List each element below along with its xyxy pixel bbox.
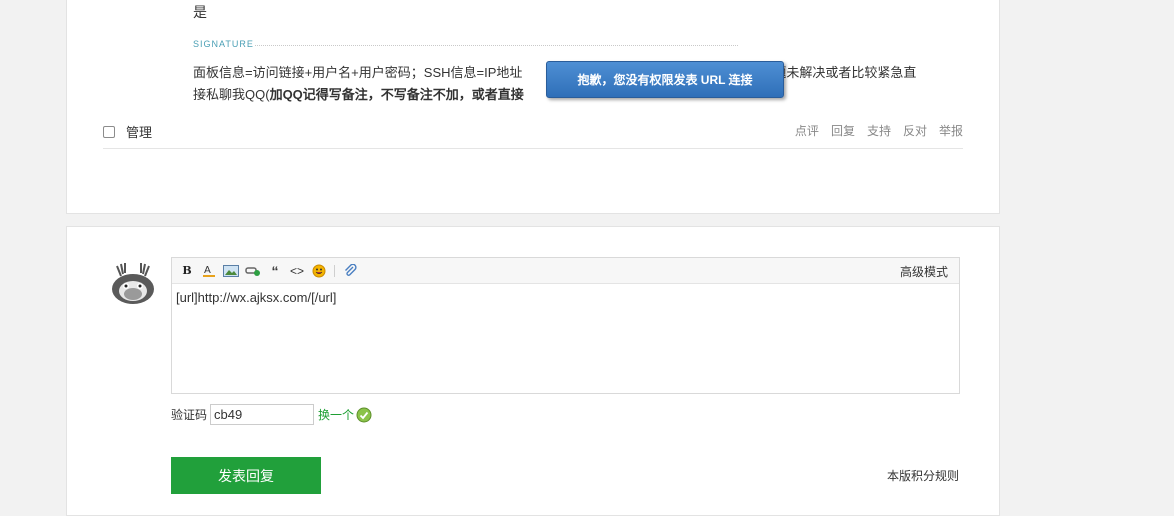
permission-error-tooltip: 抱歉，您没有权限发表 URL 连接 bbox=[546, 61, 784, 98]
post-actions: 点评 回复 支持 反对 举报 bbox=[795, 122, 963, 139]
reply-link[interactable]: 回复 bbox=[831, 122, 855, 139]
comment-link[interactable]: 点评 bbox=[795, 122, 819, 139]
captcha-refresh-link[interactable]: 换一个 bbox=[318, 406, 354, 423]
signature-line-1-start: 面板信息=访问链接+用户名+用户密码；SSH信息=IP地址 bbox=[193, 65, 523, 80]
font-color-icon[interactable]: A bbox=[198, 260, 220, 282]
emoji-icon[interactable] bbox=[308, 260, 330, 282]
captcha-label: 验证码 bbox=[171, 408, 208, 422]
avatar bbox=[112, 263, 154, 304]
manage-checkbox[interactable] bbox=[103, 125, 115, 138]
oppose-link[interactable]: 反对 bbox=[903, 122, 927, 139]
editor-toolbar: B A “ <> 高级模式 bbox=[172, 258, 959, 284]
signature-label: SIGNATURE bbox=[193, 39, 254, 49]
signature-divider bbox=[255, 45, 738, 46]
toolbar-separator bbox=[334, 264, 335, 277]
link-icon[interactable] bbox=[242, 260, 264, 282]
captcha-input[interactable]: cb49 bbox=[210, 404, 315, 425]
report-link[interactable]: 举报 bbox=[939, 122, 963, 139]
reply-textarea[interactable]: [url]http://wx.ajksx.com/[/url] bbox=[172, 284, 959, 311]
captcha-row: 验证码 cb49 换一个 bbox=[171, 404, 372, 425]
signature-line-2-prefix: 接私聊我QQ( bbox=[193, 87, 270, 102]
tooltip-text: 抱歉，您没有权限发表 URL 连接 bbox=[577, 73, 753, 87]
svg-text:A: A bbox=[204, 265, 211, 276]
check-icon bbox=[356, 407, 372, 422]
manage-label: 管理 bbox=[126, 125, 153, 140]
signature-header: SIGNATURE bbox=[193, 39, 738, 51]
support-link[interactable]: 支持 bbox=[867, 122, 891, 139]
quote-icon[interactable]: “ bbox=[264, 260, 286, 282]
post-panel: 是 SIGNATURE 面板信息=访问链接+用户名+用户密码；SSH信息=IP地… bbox=[66, 0, 1000, 214]
reply-editor: B A “ <> 高级模式 [url]http://wx.ajksx.com/[… bbox=[171, 257, 960, 394]
advanced-mode-link[interactable]: 高级模式 bbox=[900, 263, 948, 280]
manage-row: 管理 bbox=[103, 122, 152, 141]
image-icon[interactable] bbox=[220, 260, 242, 282]
reply-panel: B A “ <> 高级模式 [url]http://wx.ajksx.com/[… bbox=[66, 226, 1000, 516]
bold-icon[interactable]: B bbox=[176, 260, 198, 282]
submit-reply-button[interactable]: 发表回复 bbox=[171, 457, 321, 494]
post-divider bbox=[103, 148, 963, 149]
attachment-icon[interactable] bbox=[339, 260, 361, 282]
points-rules-link[interactable]: 本版积分规则 bbox=[887, 467, 959, 484]
post-answer-text: 是 bbox=[193, 4, 207, 20]
signature-line-2-bold: 加QQ记得写备注，不写备注不加，或者直接 bbox=[269, 87, 524, 102]
code-icon[interactable]: <> bbox=[286, 260, 308, 282]
